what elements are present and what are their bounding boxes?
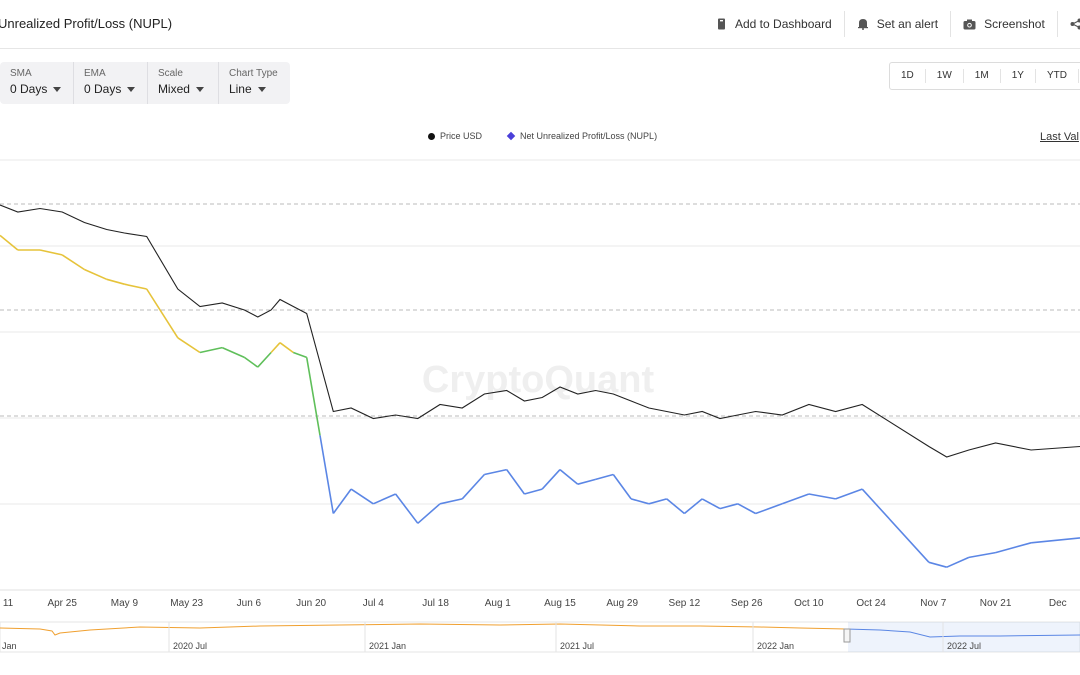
x-tick-label: Aug 29: [606, 598, 638, 609]
nupl-segment: [946, 556, 970, 568]
navigator-tick-label: 2022 Jan: [757, 641, 794, 651]
x-tick-label: r 11: [0, 598, 14, 609]
x-tick-label: Jul 4: [363, 598, 385, 609]
nupl-segment: [394, 493, 419, 524]
nupl-segment: [177, 337, 201, 354]
nupl-segment: [666, 498, 685, 515]
nupl-segment: [439, 498, 463, 505]
price-series: [0, 204, 1080, 458]
nupl-segment: [350, 488, 374, 505]
x-tick-label: May 9: [111, 598, 139, 609]
nupl-segment: [319, 435, 335, 514]
nupl-segment: [506, 469, 526, 495]
navigator-handle[interactable]: [843, 628, 851, 643]
nupl-segment: [630, 498, 650, 505]
navigator[interactable]: Jan 2020 Jul 2021 Jan 2021 Jul 2022 Jan 2022 …: [0, 621, 1080, 653]
nupl-segment: [146, 288, 179, 339]
nupl-segment: [995, 542, 1032, 554]
nupl-segment: [461, 473, 485, 500]
x-tick-label: Dec: [1049, 598, 1067, 609]
nupl-segment: [968, 551, 996, 559]
x-axis-ticks: r 11 Apr 25 May 9 May 23 Jun 6 Jun 20 Jul 4 Jul…: [0, 598, 1067, 609]
nupl-segment: [221, 346, 245, 359]
nupl-segment: [928, 561, 947, 568]
nupl-segment: [808, 493, 836, 500]
nupl-segment: [199, 346, 223, 354]
nupl-segment: [257, 351, 272, 368]
nupl-segment: [737, 503, 756, 515]
navigator-tick-label: 2021 Jul: [560, 641, 594, 651]
nupl-segment: [683, 498, 703, 515]
nupl-segment: [270, 342, 281, 354]
x-tick-label: Apr 25: [47, 598, 77, 609]
nupl-segment: [755, 503, 783, 515]
nupl-segment: [39, 249, 63, 256]
nupl-segment: [1031, 537, 1080, 544]
nupl-segment: [612, 474, 632, 500]
x-tick-label: Jul 18: [422, 598, 449, 609]
x-tick-label: Sep 12: [669, 598, 701, 609]
navigator-tick-label: 2022 Jul: [947, 641, 981, 651]
nupl-segment: [484, 468, 507, 476]
x-tick-label: Oct 24: [856, 598, 886, 609]
nupl-series: [0, 234, 1080, 568]
nupl-segment: [124, 283, 147, 290]
nupl-segment: [524, 488, 543, 495]
nupl-segment: [293, 351, 307, 359]
x-tick-label: Aug 1: [485, 598, 512, 609]
nupl-segment: [719, 503, 739, 510]
x-tick-label: Aug 15: [544, 598, 576, 609]
x-tick-label: May 23: [170, 598, 203, 609]
nupl-segment: [279, 342, 294, 354]
x-tick-label: Nov 7: [920, 598, 947, 609]
nupl-segment: [61, 254, 85, 271]
nupl-segment: [106, 278, 125, 285]
x-tick-label: Jun 6: [237, 598, 262, 609]
x-tick-label: Oct 10: [794, 598, 824, 609]
x-tick-label: Nov 21: [980, 598, 1012, 609]
nupl-segment: [417, 503, 441, 524]
x-tick-label: Jun 20: [296, 598, 326, 609]
nupl-segment: [861, 488, 930, 563]
nupl-segment: [595, 473, 614, 481]
navigator-tick-label: 2021 Jan: [369, 641, 406, 651]
nupl-segment: [781, 493, 810, 505]
nupl-segment: [84, 268, 108, 281]
nupl-segment: [541, 469, 561, 490]
nupl-segment: [243, 356, 259, 368]
price-line: [0, 204, 1080, 458]
watermark: CryptoQuant: [422, 359, 655, 401]
nupl-segment: [305, 357, 321, 436]
chart-svg: CryptoQuant r 11 Apr 25 May 9 May 23 Jun 6 Ju…: [0, 159, 1080, 653]
nupl-segment: [835, 488, 863, 500]
x-tick-label: Sep 26: [731, 598, 763, 609]
navigator-tick-label: Jan: [2, 641, 17, 651]
nupl-segment: [332, 488, 352, 514]
nupl-segment: [577, 478, 596, 485]
navigator-tick-label: 2020 Jul: [173, 641, 207, 651]
nupl-segment: [372, 493, 396, 505]
nupl-segment: [0, 234, 19, 251]
nupl-segment: [648, 498, 667, 505]
nupl-segment: [559, 468, 579, 485]
